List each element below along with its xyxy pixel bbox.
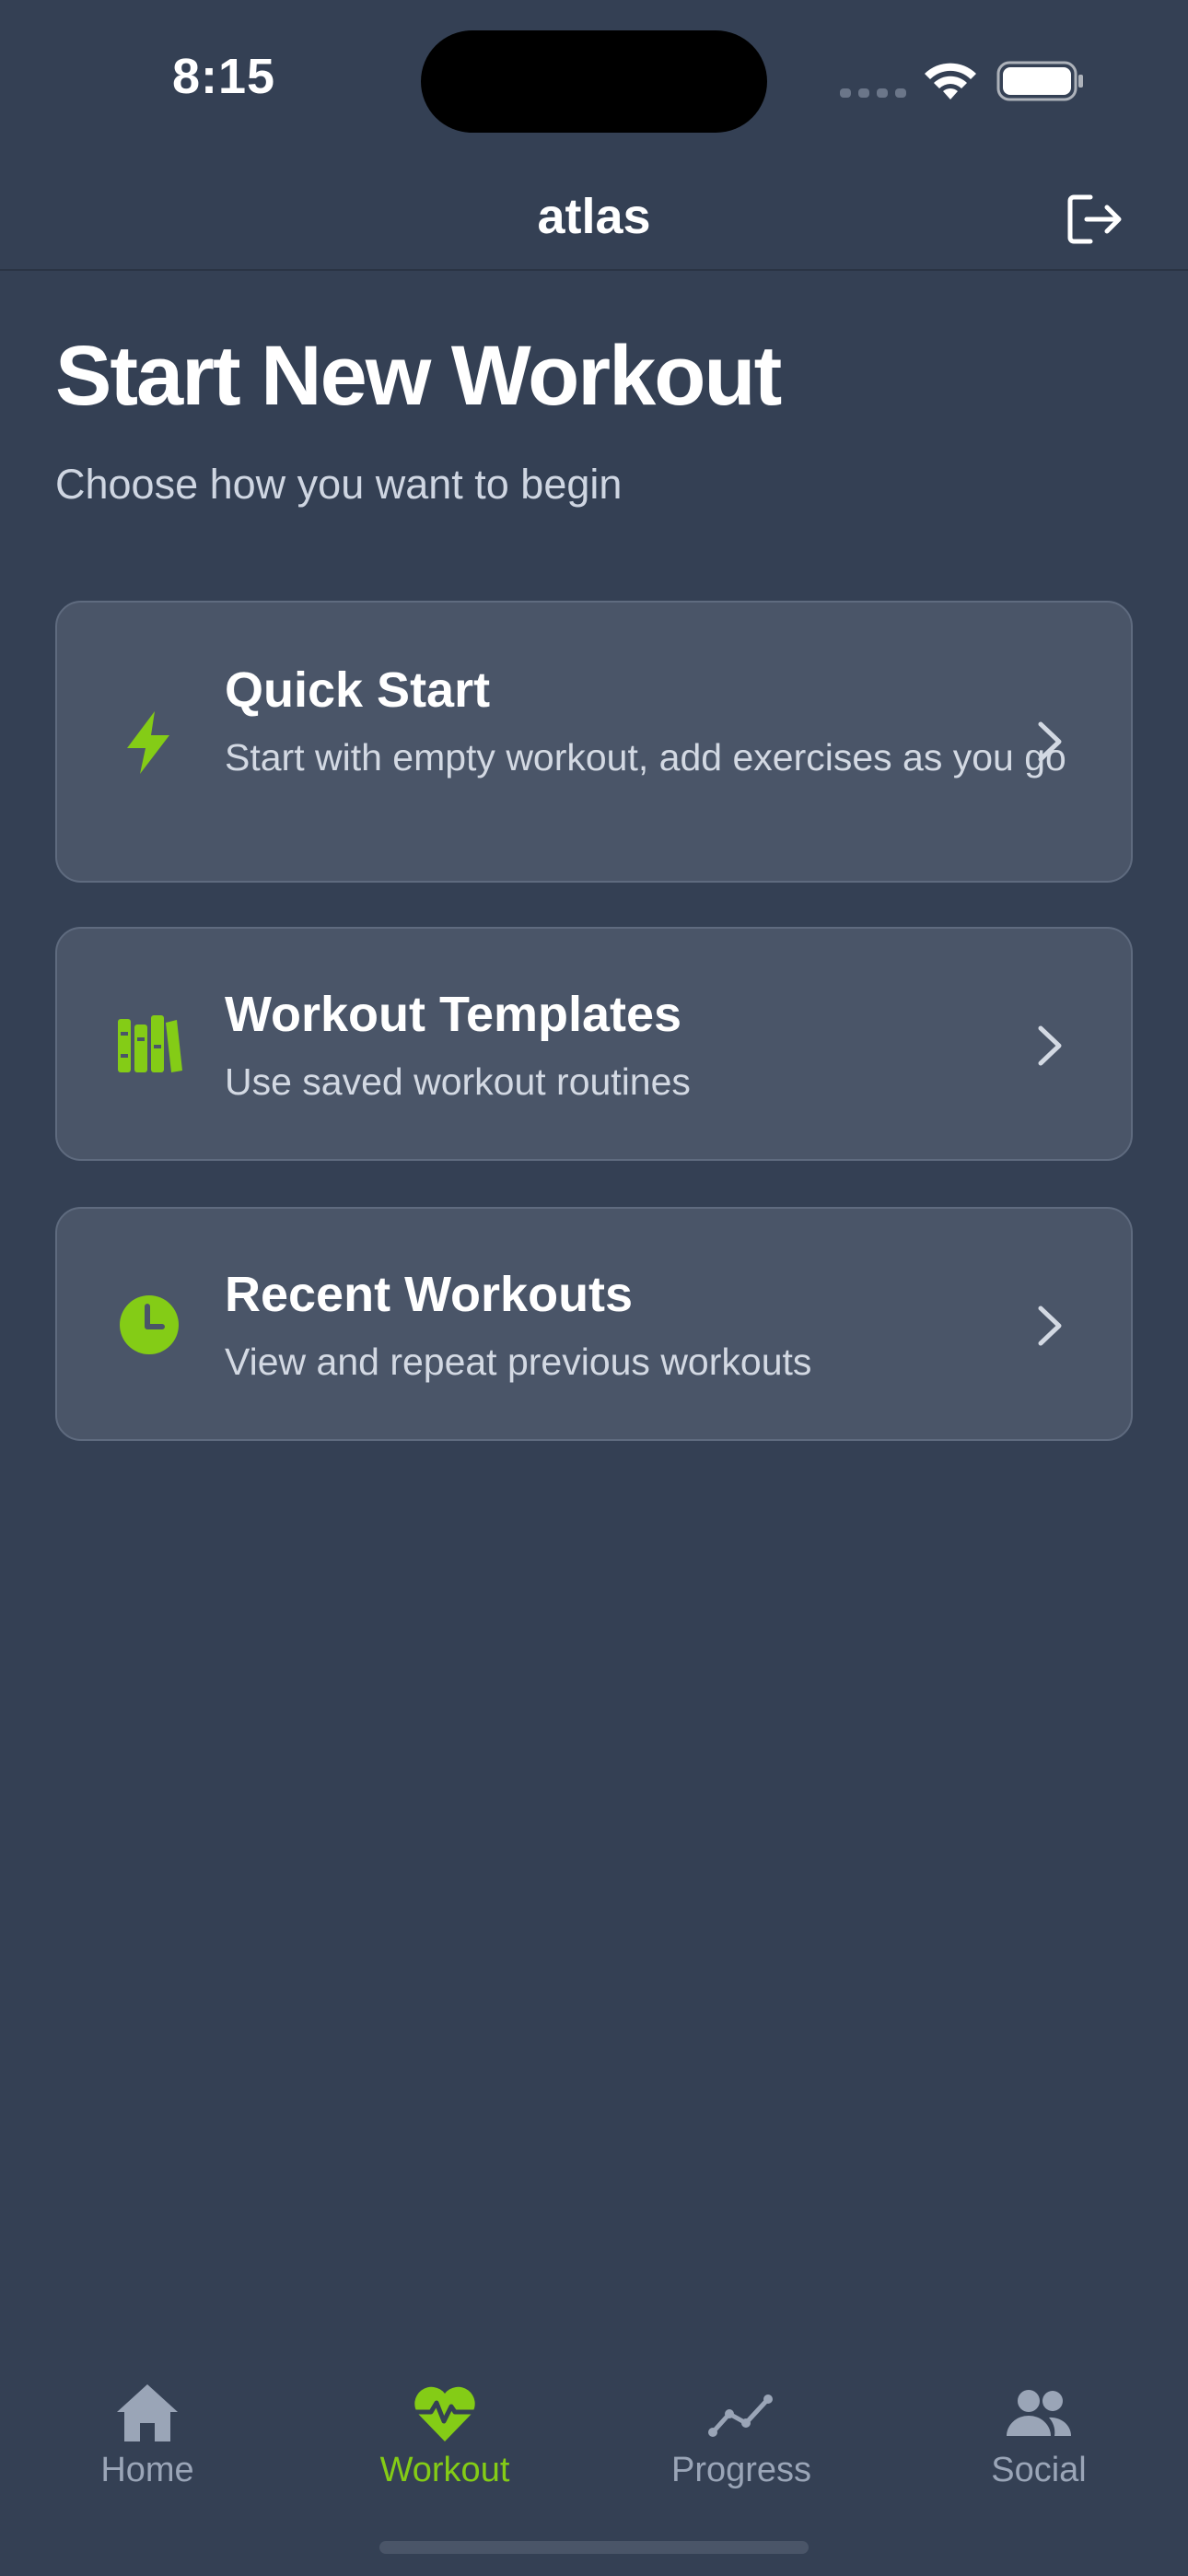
tab-home[interactable]: Home [32,2359,262,2506]
quick-start-card[interactable]: Quick Start Start with empty workout, ad… [55,601,1133,883]
tab-label: Progress [670,2451,812,2489]
card-description: Start with empty workout, add exercises … [225,736,1066,779]
templates-icon [118,1015,182,1072]
chevron-right-icon [1038,1025,1062,1066]
logout-icon[interactable] [1065,192,1125,247]
card-title: Recent Workouts [225,1267,634,1322]
tab-progress[interactable]: Progress [626,2359,856,2506]
wifi-icon [925,63,976,100]
workout-templates-card[interactable]: Workout Templates Use saved workout rout… [55,927,1133,1161]
card-description: Use saved workout routines [225,1060,691,1103]
chevron-right-icon [1038,1306,1062,1346]
page-title: Start New Workout [55,329,782,423]
tab-label: Home [100,2451,194,2489]
status-bar: 8:15 [0,0,1188,157]
card-title: Quick Start [225,662,491,718]
tab-social[interactable]: Social [924,2359,1154,2506]
app-header: atlas [0,166,1188,271]
clock-icon [120,1295,179,1354]
tab-label: Social [991,2451,1087,2489]
home-indicator [379,2541,809,2554]
cellular-signal-icon [840,85,906,100]
workout-screen: 8:15 atlas Start New Workout Choose how … [0,0,1188,2576]
card-title: Workout Templates [225,987,682,1042]
bolt-icon [127,711,169,774]
recent-workouts-card[interactable]: Recent Workouts View and repeat previous… [55,1207,1133,1441]
trend-line-icon [708,2395,773,2437]
dynamic-island [421,30,767,133]
battery-icon [996,61,1083,101]
card-description: View and repeat previous workouts [225,1341,812,1383]
tab-workout[interactable]: Workout [330,2359,560,2506]
users-icon [1007,2390,1072,2436]
tab-label: Workout [379,2451,510,2489]
app-title: atlas [537,189,651,244]
home-icon [117,2384,178,2441]
status-time: 8:15 [171,49,276,104]
page-subtitle: Choose how you want to begin [55,461,623,508]
chevron-right-icon [1038,721,1062,762]
heart-pulse-icon [413,2386,476,2441]
